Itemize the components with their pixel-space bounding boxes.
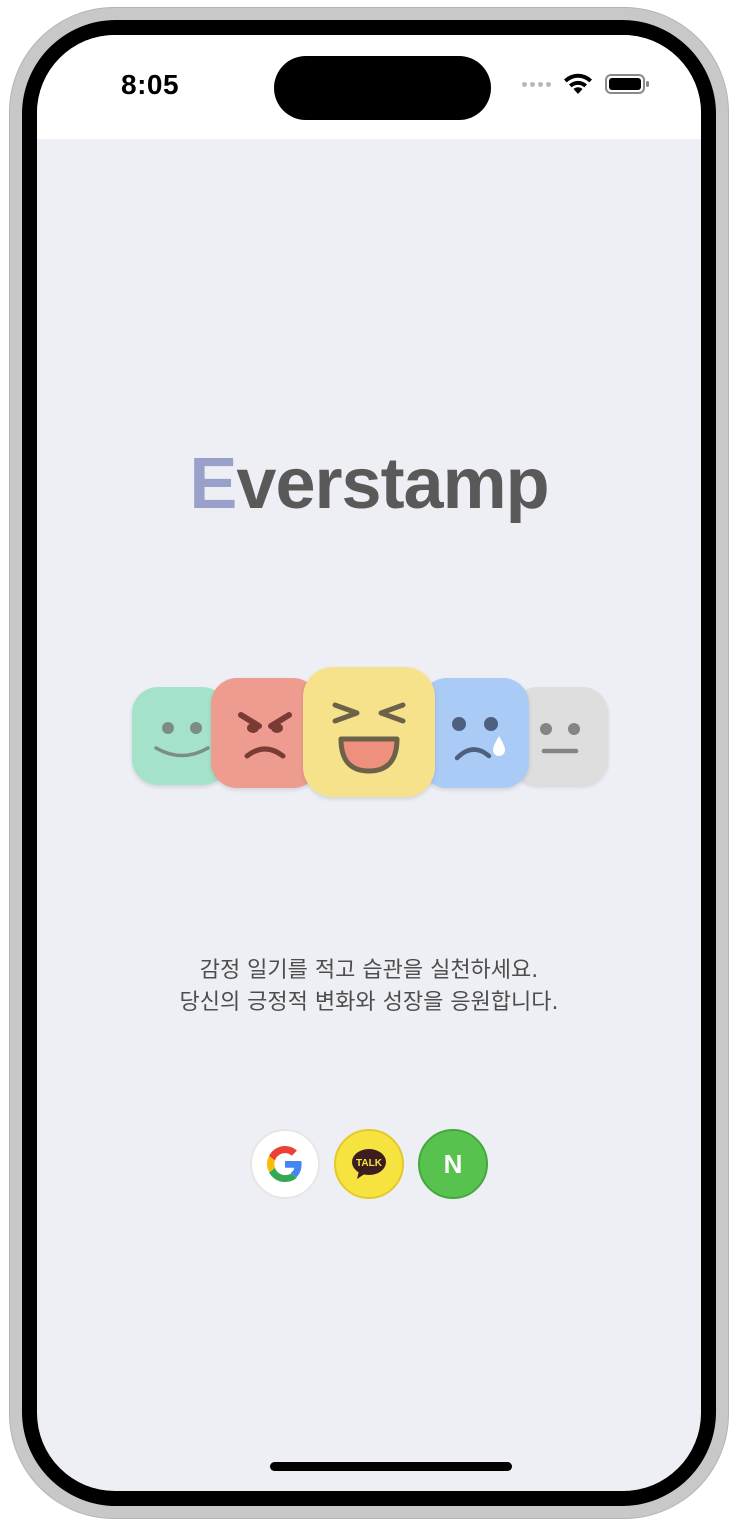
naver-logo-icon: N: [443, 1148, 463, 1179]
dynamic-island: [274, 56, 491, 120]
kakao-login-button[interactable]: TALK: [334, 1129, 404, 1199]
status-time: 8:05: [121, 69, 180, 100]
social-login-row: TALK N: [37, 1129, 701, 1199]
joyful-face-icon: [303, 667, 435, 797]
naver-login-button[interactable]: N: [418, 1129, 488, 1199]
tagline-line-2: 당신의 긍정적 변화와 성장을 응원합니다.: [179, 990, 559, 1015]
tagline: 감정 일기를 적고 습관을 실천하세요. 당신의 긍정적 변화와 성장을 응원합…: [37, 955, 701, 1019]
device-bezel: 8:05 Everstamp 감정 일기를 적고 습관을 실천하세요. 당신의 …: [22, 20, 716, 1506]
google-login-button[interactable]: [250, 1129, 320, 1199]
status-bar: 8:05: [37, 35, 701, 139]
home-indicator[interactable]: [270, 1462, 512, 1471]
kakao-talk-icon: TALK: [352, 1149, 386, 1179]
device-frame: 8:05 Everstamp 감정 일기를 적고 습관을 실천하세요. 당신의 …: [10, 8, 728, 1518]
status-icons: [522, 73, 651, 95]
google-logo-icon: [267, 1146, 302, 1182]
app-title-rest: verstamp: [236, 444, 549, 524]
app-screen: 8:05 Everstamp 감정 일기를 적고 습관을 실천하세요. 당신의 …: [37, 35, 701, 1491]
kakao-talk-label: TALK: [356, 1158, 383, 1169]
wifi-icon: [564, 73, 592, 94]
sad-face-icon: [421, 678, 529, 788]
app-title: Everstamp: [189, 444, 549, 524]
emotion-faces-row: [37, 655, 701, 797]
app-title-container: Everstamp: [37, 443, 701, 525]
tagline-line-1: 감정 일기를 적고 습관을 실천하세요.: [199, 958, 539, 983]
app-title-first-letter: E: [189, 444, 237, 524]
cellular-signal-icon: [522, 81, 551, 87]
battery-icon: [605, 74, 649, 94]
